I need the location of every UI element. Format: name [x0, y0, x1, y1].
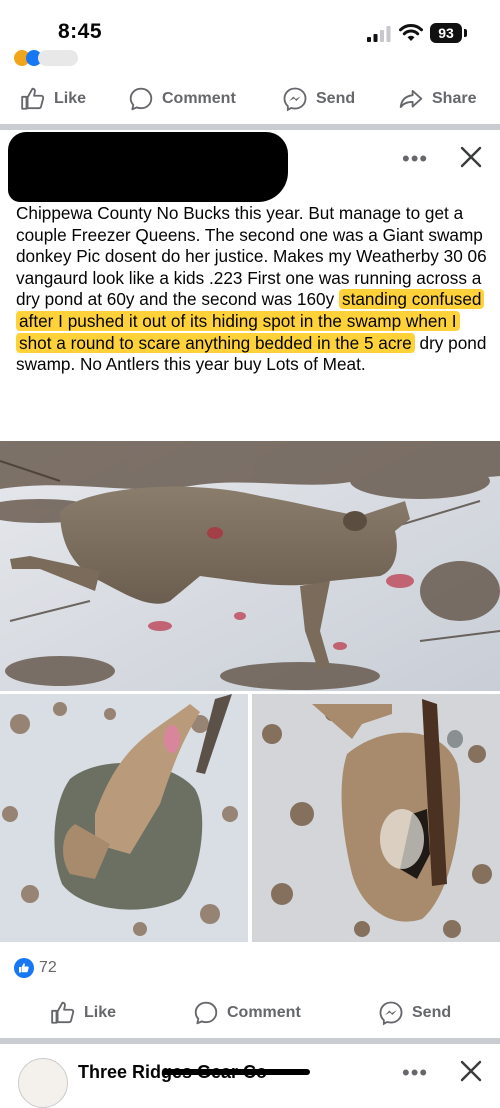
next-more-icon[interactable]: ••• — [402, 1060, 428, 1086]
post-divider — [0, 124, 500, 130]
prev-like-label: Like — [54, 90, 87, 107]
prev-send-button[interactable]: Send — [282, 86, 355, 112]
like-button[interactable]: Like — [50, 1000, 116, 1026]
post-action-bar: Like Comment Send — [0, 988, 500, 1038]
deer-rifle-photo — [252, 694, 500, 942]
prev-send-label: Send — [316, 90, 356, 107]
send-label: Send — [412, 1004, 452, 1021]
post-text: Chippewa County No Bucks this year. But … — [16, 203, 488, 376]
likes-count: 72 — [39, 959, 57, 976]
redacted-author-block — [8, 132, 288, 202]
home-indicator[interactable] — [162, 1069, 310, 1075]
close-icon[interactable] — [458, 144, 484, 170]
send-button[interactable]: Send — [378, 1000, 451, 1026]
signal-icon — [367, 26, 391, 42]
post-likes-summary[interactable]: 72 — [14, 956, 57, 980]
messenger-icon — [379, 1001, 403, 1026]
more-icon[interactable]: ••• — [402, 146, 428, 172]
like-icon — [21, 87, 45, 110]
prev-post-reactions — [14, 50, 94, 66]
like-label: Like — [84, 1004, 117, 1021]
share-icon — [399, 89, 423, 109]
prev-post-action-bar: Like Comment Send Share — [0, 74, 500, 124]
status-time: 8:45 — [58, 20, 103, 43]
like-icon — [51, 1001, 75, 1024]
wifi-icon — [399, 24, 423, 41]
status-bar: 8:45 93 — [0, 0, 500, 56]
prev-share-label: Share — [432, 90, 477, 107]
prev-like-button[interactable]: Like — [20, 86, 86, 112]
next-close-icon[interactable] — [458, 1058, 484, 1084]
battery-cap — [464, 29, 467, 37]
comment-label: Comment — [227, 1004, 301, 1021]
comment-button[interactable]: Comment — [193, 1000, 301, 1026]
prev-share-button[interactable]: Share — [398, 86, 476, 112]
post-photo-main[interactable] — [0, 441, 500, 691]
comment-icon — [129, 87, 153, 111]
post-photo-sled[interactable] — [0, 694, 248, 942]
battery-icon: 93 — [430, 23, 462, 43]
messenger-icon — [283, 87, 307, 112]
like-reaction-icon — [14, 958, 34, 978]
prev-comment-button[interactable]: Comment — [128, 86, 236, 112]
deer-snow-photo — [0, 441, 500, 691]
post-photo-rifle[interactable] — [252, 694, 500, 942]
deer-sled-photo — [0, 694, 248, 942]
next-post-avatar[interactable] — [18, 1058, 68, 1108]
post-divider-bottom — [0, 1038, 500, 1044]
prev-comment-label: Comment — [162, 90, 236, 107]
comment-icon — [194, 1001, 218, 1025]
